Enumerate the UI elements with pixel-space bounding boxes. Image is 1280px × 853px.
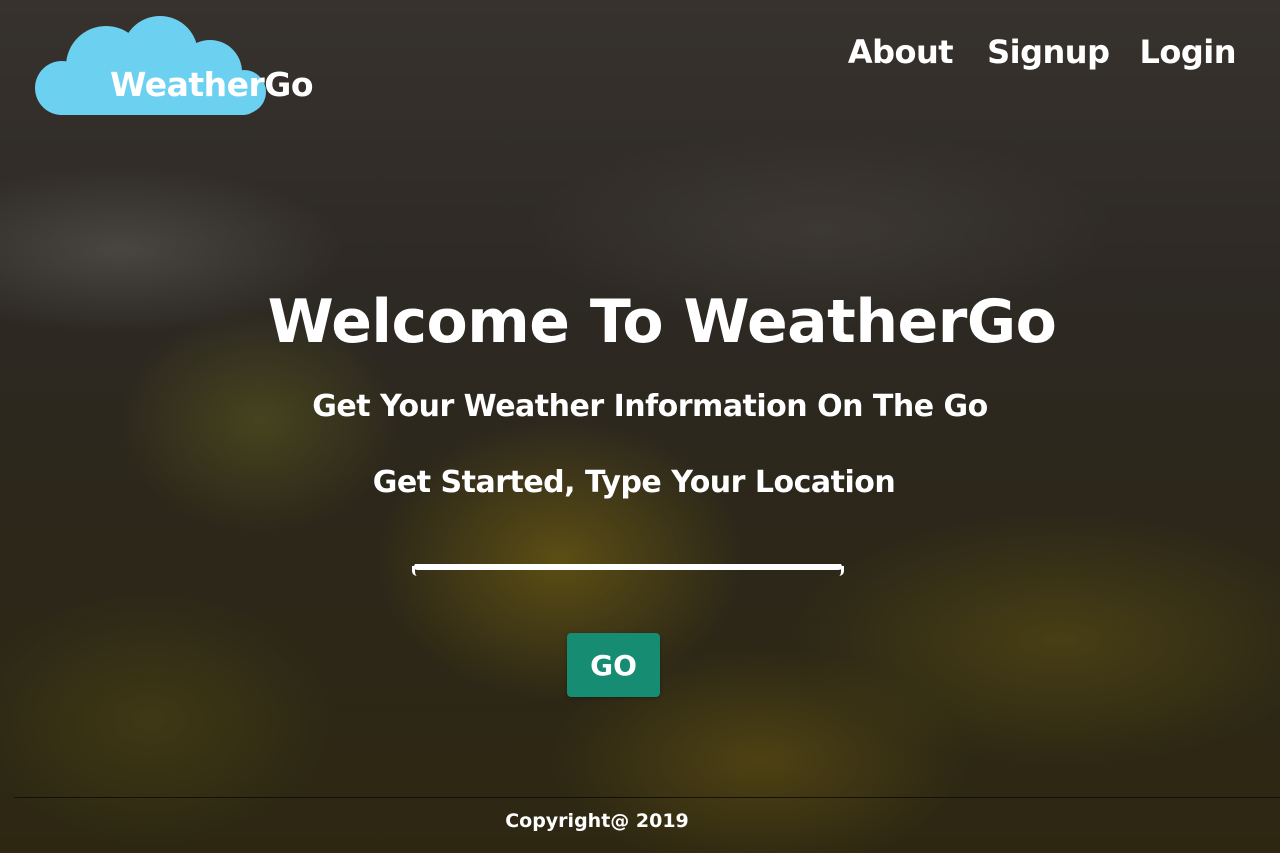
top-nav: About Signup Login: [848, 36, 1237, 68]
footer-divider: [14, 797, 1280, 798]
nav-signup-link[interactable]: Signup: [987, 36, 1110, 68]
logo[interactable]: WeatherGo: [18, 16, 314, 116]
hero-prompt: Get Started, Type Your Location: [372, 465, 896, 500]
brand-name: WeatherGo: [110, 65, 314, 104]
location-input[interactable]: [412, 530, 844, 570]
nav-login-link[interactable]: Login: [1139, 36, 1236, 68]
go-button[interactable]: GO: [567, 633, 660, 697]
hero-title: Welcome To WeatherGo: [267, 287, 1057, 357]
nav-about-link[interactable]: About: [848, 36, 954, 68]
page: WeatherGo About Signup Login Welcome To …: [0, 0, 1280, 853]
hero-subtitle: Get Your Weather Information On The Go: [312, 389, 988, 424]
copyright-text: Copyright@ 2019: [505, 810, 689, 832]
